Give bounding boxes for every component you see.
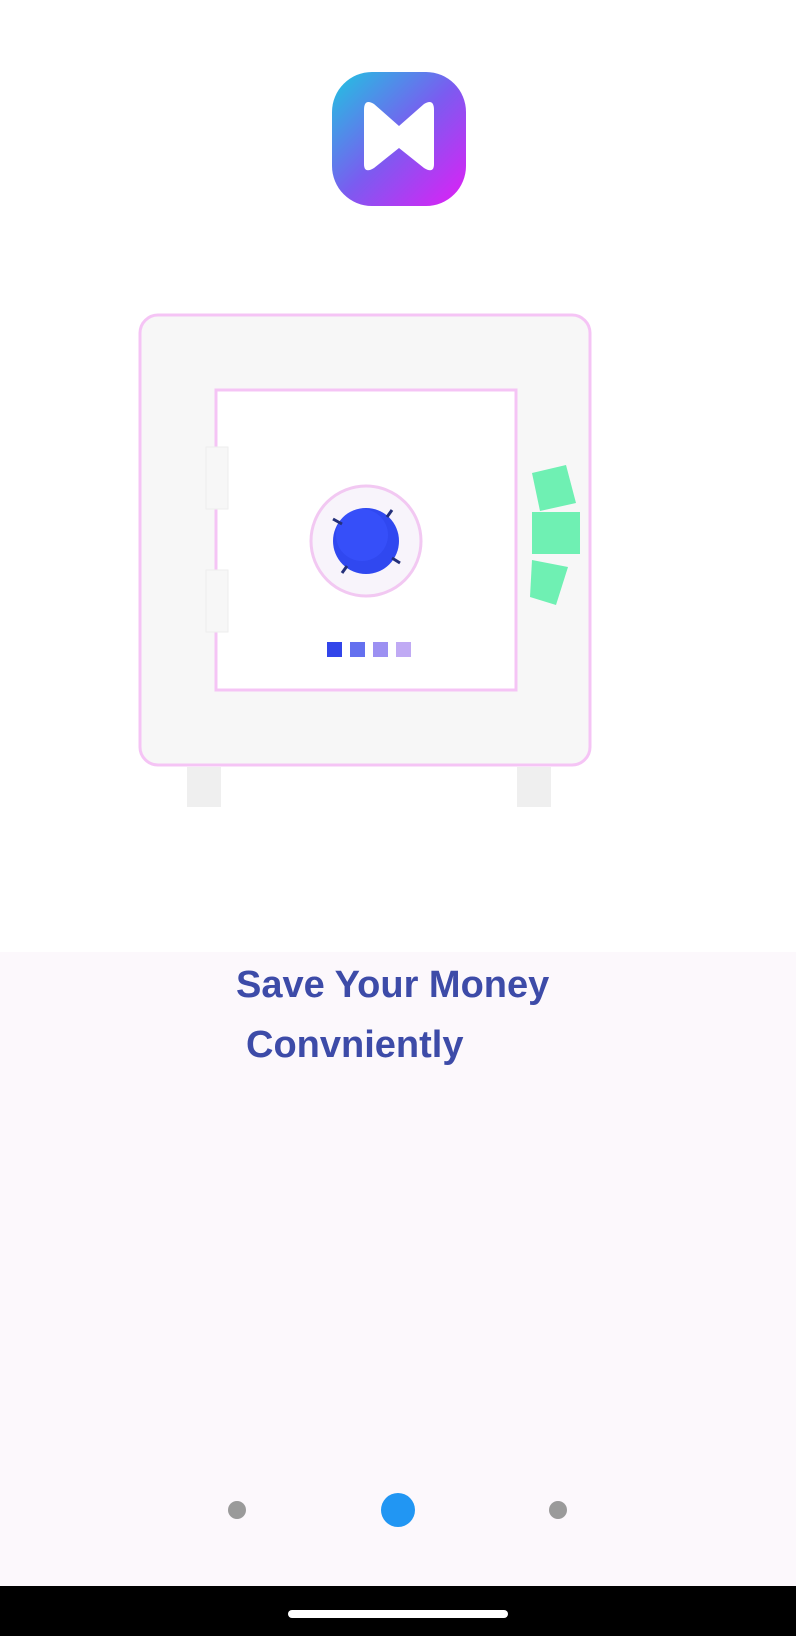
system-navigation-bar bbox=[0, 1586, 796, 1636]
onboarding-headline: Save Your Money Convniently bbox=[236, 955, 656, 1075]
page-dot-1[interactable] bbox=[228, 1501, 246, 1519]
headline-line-1: Save Your Money bbox=[236, 964, 550, 1006]
headline-line-2: Convniently bbox=[246, 1024, 464, 1066]
page-dot-3[interactable] bbox=[549, 1501, 567, 1519]
safe-with-money-icon bbox=[138, 313, 592, 807]
page-dot-2-active[interactable] bbox=[381, 1493, 415, 1527]
m-logo-icon bbox=[332, 72, 466, 206]
home-indicator-bar[interactable] bbox=[288, 1610, 508, 1618]
page-indicator bbox=[0, 1490, 796, 1530]
